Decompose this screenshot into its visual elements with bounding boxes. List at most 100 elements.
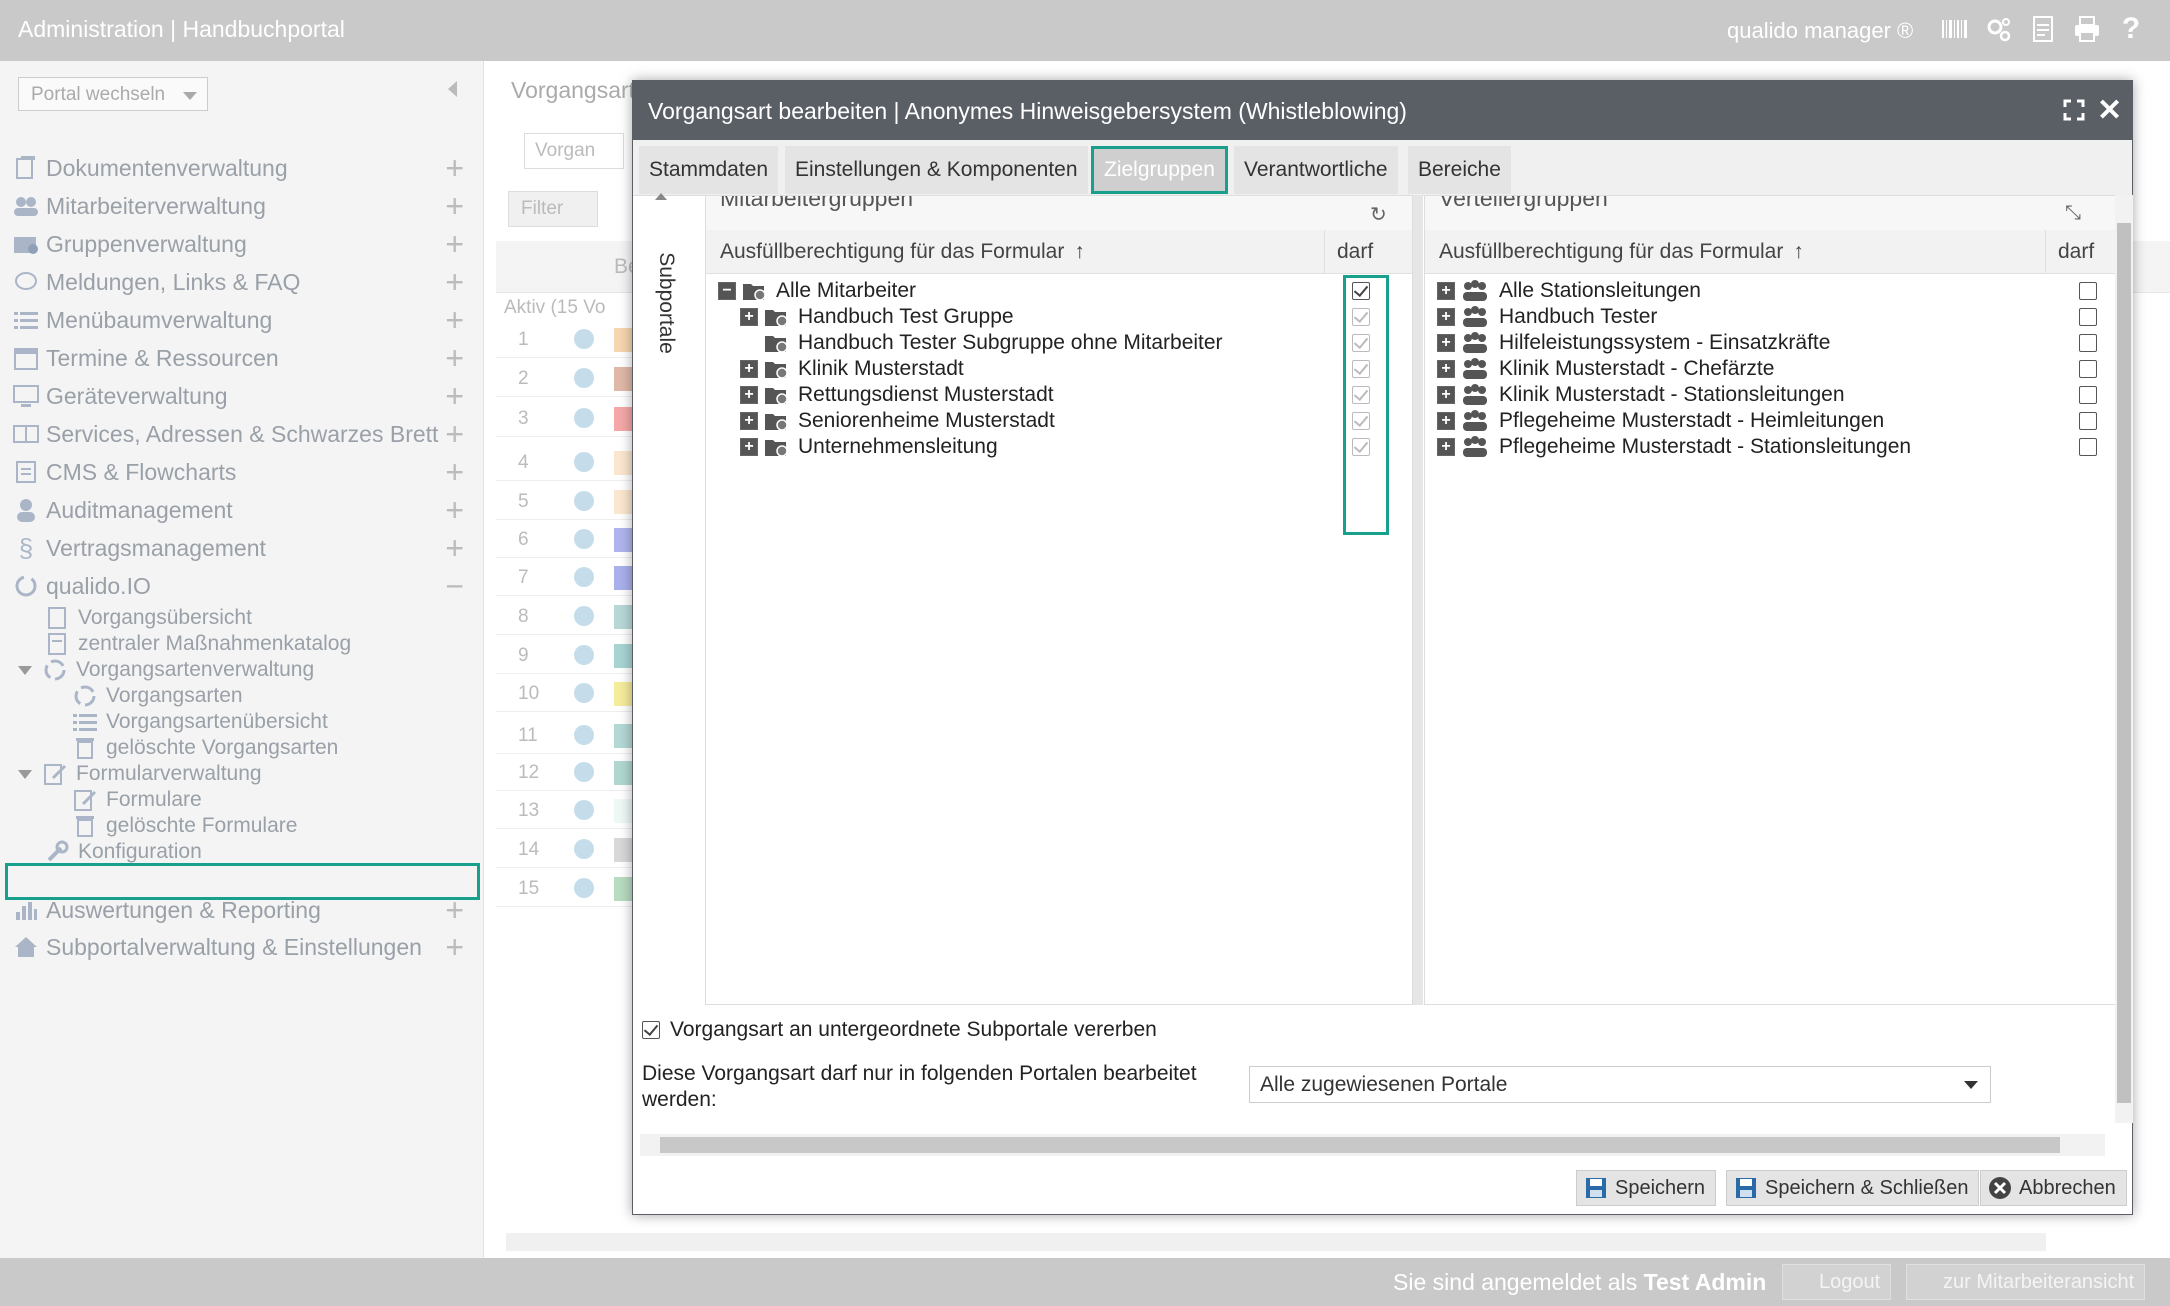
table-row[interactable]: 2: [496, 361, 646, 397]
darf-checkbox[interactable]: [2079, 360, 2097, 378]
table-row[interactable]: 7: [496, 560, 646, 596]
expand-plus-icon[interactable]: +: [445, 188, 464, 225]
horizontal-scrollbar[interactable]: [506, 1233, 2046, 1251]
expand-plus-icon[interactable]: +: [1437, 282, 1455, 300]
darf-checkbox[interactable]: [2079, 334, 2097, 352]
info-icon[interactable]: [574, 491, 594, 511]
inherit-checkbox[interactable]: [642, 1021, 660, 1039]
sidebar-item-cms[interactable]: CMS & Flowcharts +: [12, 452, 472, 492]
darf-checkbox[interactable]: [2079, 386, 2097, 404]
tab-bereiche[interactable]: Bereiche: [1408, 146, 1511, 194]
chevron-down-icon[interactable]: [18, 769, 32, 779]
group-row[interactable]: + Pflegeheime Musterstadt - Heimleitungen: [1425, 408, 2115, 434]
scrollbar-thumb[interactable]: [2117, 223, 2131, 1103]
expand-plus-icon[interactable]: +: [445, 150, 464, 187]
tab-zielgruppen[interactable]: Zielgruppen: [1091, 146, 1228, 194]
darf-checkbox[interactable]: [2079, 308, 2097, 326]
sidebar-item-audit[interactable]: Auditmanagement +: [12, 490, 472, 530]
expand-plus-icon[interactable]: +: [740, 438, 758, 456]
info-icon[interactable]: [574, 683, 594, 703]
sidebar-item-services[interactable]: Services, Adressen & Schwarzes Brett +: [12, 414, 472, 454]
table-row[interactable]: 11: [496, 718, 646, 754]
info-icon[interactable]: [574, 329, 594, 349]
tree-row[interactable]: Handbuch Tester Subgruppe ohne Mitarbeit…: [706, 330, 1412, 356]
tree-row[interactable]: + Seniorenheime Musterstadt: [706, 408, 1412, 434]
document-icon[interactable]: [2028, 12, 2058, 46]
tree-row[interactable]: + Unternehmensleitung: [706, 434, 1412, 460]
expand-plus-icon[interactable]: +: [740, 386, 758, 404]
group-row[interactable]: + Handbuch Tester: [1425, 304, 2115, 330]
expand-plus-icon[interactable]: +: [445, 530, 464, 567]
expand-plus-icon[interactable]: +: [445, 340, 464, 377]
darf-checkbox[interactable]: [2079, 438, 2097, 456]
sidebar-item-gruppenverwaltung[interactable]: Gruppenverwaltung +: [12, 224, 472, 264]
inherit-option[interactable]: Vorgangsart an untergeordnete Subportale…: [642, 1018, 1157, 1042]
save-button[interactable]: Speichern: [1576, 1170, 1717, 1206]
info-icon[interactable]: [574, 762, 594, 782]
table-row[interactable]: 5: [496, 484, 646, 520]
vertical-scrollbar[interactable]: [2115, 195, 2133, 1123]
portal-restriction-select[interactable]: Alle zugewiesenen Portale: [1249, 1066, 1991, 1103]
group-row[interactable]: + Klinik Musterstadt - Chefärzte: [1425, 356, 2115, 382]
group-row[interactable]: + Hilfeleistungssystem - Einsatzkräfte: [1425, 330, 2115, 356]
table-row[interactable]: 3: [496, 401, 646, 437]
tab-stammdaten[interactable]: Stammdaten: [639, 146, 779, 194]
table-row[interactable]: 8: [496, 599, 646, 635]
sidebar-item-mitarbeiterverwaltung[interactable]: Mitarbeiterverwaltung +: [12, 186, 472, 226]
panel-splitter[interactable]: [1413, 195, 1423, 1005]
info-icon[interactable]: [574, 529, 594, 549]
tree-row[interactable]: − Alle Mitarbeiter: [706, 278, 1412, 304]
expand-plus-icon[interactable]: +: [445, 929, 464, 966]
table-row[interactable]: 12: [496, 755, 646, 791]
table-row[interactable]: 1: [496, 322, 646, 358]
expand-plus-icon[interactable]: +: [445, 264, 464, 301]
gears-icon[interactable]: [1984, 12, 2014, 46]
tab-verantwortliche[interactable]: Verantwortliche: [1234, 146, 1398, 194]
table-row[interactable]: 15: [496, 871, 646, 907]
tree-row[interactable]: + Handbuch Test Gruppe: [706, 304, 1412, 330]
info-icon[interactable]: [574, 800, 594, 820]
group-row[interactable]: + Pflegeheime Musterstadt - Stationsleitu…: [1425, 434, 2115, 460]
expand-plus-icon[interactable]: +: [445, 416, 464, 453]
tree-row[interactable]: + Rettungsdienst Musterstadt: [706, 382, 1412, 408]
maximize-icon[interactable]: [2063, 99, 2085, 121]
scrollbar-thumb[interactable]: [660, 1137, 2060, 1153]
darf-checkbox[interactable]: [2079, 412, 2097, 430]
cancel-button[interactable]: Abbrechen: [1980, 1170, 2127, 1206]
tree-row[interactable]: + Klinik Musterstadt: [706, 356, 1412, 382]
expand-plus-icon[interactable]: +: [1437, 360, 1455, 378]
darf-checkbox[interactable]: [2079, 282, 2097, 300]
horizontal-scrollbar[interactable]: [640, 1134, 2105, 1156]
portal-switch-select[interactable]: Portal wechseln: [18, 77, 208, 111]
info-icon[interactable]: [574, 452, 594, 472]
table-row[interactable]: 14: [496, 832, 646, 868]
group-row[interactable]: + Klinik Musterstadt - Stationsleitungen: [1425, 382, 2115, 408]
expand-plus-icon[interactable]: +: [1437, 438, 1455, 456]
info-icon[interactable]: [574, 567, 594, 587]
filter-button[interactable]: Filter: [508, 191, 598, 227]
table-row[interactable]: 13: [496, 793, 646, 829]
expand-plus-icon[interactable]: +: [1437, 386, 1455, 404]
expand-plus-icon[interactable]: +: [740, 360, 758, 378]
expand-plus-icon[interactable]: +: [445, 302, 464, 339]
info-icon[interactable]: [574, 368, 594, 388]
sidebar-item-dokumentenverwaltung[interactable]: Dokumentenverwaltung +: [12, 148, 472, 188]
add-vorgangsart-button[interactable]: Vorgan: [524, 133, 624, 169]
tab-einstellungen[interactable]: Einstellungen & Komponenten: [785, 146, 1088, 194]
printer-icon[interactable]: [2072, 12, 2102, 46]
info-icon[interactable]: [574, 408, 594, 428]
sidebar-item-menuebaum[interactable]: Menübaumverwaltung +: [12, 300, 472, 340]
info-icon[interactable]: [574, 645, 594, 665]
expand-plus-icon[interactable]: +: [740, 412, 758, 430]
sidebar-item-qualido[interactable]: qualido.IO −: [12, 566, 472, 606]
sidebar-item-geraete[interactable]: Geräteverwaltung +: [12, 376, 472, 416]
sidebar-item-subportalverwaltung[interactable]: Subportalverwaltung & Einstellungen +: [12, 927, 472, 967]
sidebar-item-termine[interactable]: Termine & Ressourcen +: [12, 338, 472, 378]
sidebar-item-meldungen[interactable]: Meldungen, Links & FAQ +: [12, 262, 472, 302]
tab-subportale[interactable]: Subportale: [654, 252, 678, 354]
expand-plus-icon[interactable]: +: [445, 226, 464, 263]
column-header-label[interactable]: Ausfüllberechtigung für das Formular ↑: [720, 240, 1085, 264]
expand-plus-icon[interactable]: +: [1437, 412, 1455, 430]
sidebar-item-vertrag[interactable]: § Vertragsmanagement +: [12, 528, 472, 568]
refresh-icon[interactable]: ↻: [1370, 202, 1387, 227]
